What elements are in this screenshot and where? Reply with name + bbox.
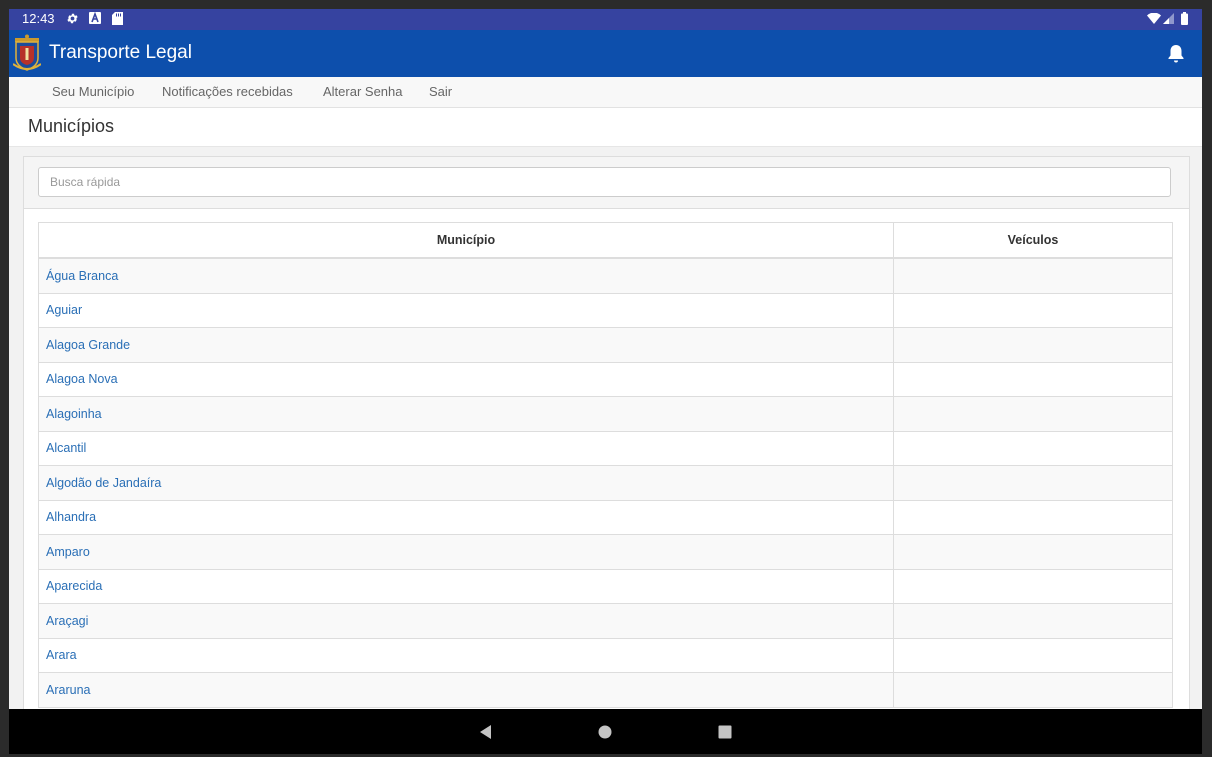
page-header: Municípios	[9, 108, 1202, 147]
municipio-cell: Alhandra	[38, 499, 894, 535]
table-row: Araruna	[38, 672, 1173, 708]
nav-sair[interactable]: Sair	[429, 84, 452, 99]
search-input[interactable]	[38, 167, 1171, 197]
status-time: 12:43	[22, 11, 55, 26]
veiculos-cell	[893, 430, 1173, 466]
table-row: Aparecida	[38, 568, 1173, 604]
table-row: Amparo	[38, 534, 1173, 570]
municipio-link[interactable]: Araçagi	[46, 614, 88, 628]
veiculos-cell	[893, 361, 1173, 397]
table-row: Aguiar	[38, 292, 1173, 328]
municipio-cell: Aparecida	[38, 568, 894, 604]
back-icon[interactable]	[456, 709, 516, 754]
veiculos-cell	[893, 327, 1173, 363]
table-row: Alagoa Nova	[38, 361, 1173, 397]
veiculos-cell	[893, 568, 1173, 604]
nav-seu-municipio[interactable]: Seu Município	[52, 84, 134, 99]
battery-icon	[1181, 12, 1188, 29]
nav-notificacoes[interactable]: Notificações recebidas	[162, 84, 293, 99]
veiculos-cell	[893, 534, 1173, 570]
table-row: Água Branca	[38, 257, 1173, 294]
a-icon	[89, 11, 101, 28]
top-nav: Seu Município Notificações recebidas Alt…	[9, 77, 1202, 108]
municipio-cell: Araruna	[38, 672, 894, 708]
settings-icon	[66, 12, 79, 29]
municipio-link[interactable]: Araruna	[46, 683, 90, 697]
app-bar: Transporte Legal	[9, 30, 1202, 77]
municipio-link[interactable]: Água Branca	[46, 269, 118, 283]
signal-icon	[1163, 13, 1174, 28]
content-area: Município Veículos Água Branca Aguiar Al…	[9, 147, 1202, 718]
veiculos-cell	[893, 499, 1173, 535]
veiculos-cell	[893, 396, 1173, 432]
veiculos-cell	[893, 292, 1173, 328]
municipio-link[interactable]: Alcantil	[46, 441, 86, 455]
municipio-link[interactable]: Aguiar	[46, 303, 82, 317]
veiculos-cell	[893, 257, 1173, 294]
municipio-link[interactable]: Aparecida	[46, 579, 102, 593]
municipio-cell: Alagoa Nova	[38, 361, 894, 397]
veiculos-cell	[893, 672, 1173, 708]
panel-header	[24, 157, 1189, 209]
municipio-cell: Alagoa Grande	[38, 327, 894, 363]
recents-icon[interactable]	[695, 709, 755, 754]
municipio-link[interactable]: Algodão de Jandaíra	[46, 476, 161, 490]
table-row: Araçagi	[38, 603, 1173, 639]
header-municipio[interactable]: Município	[38, 222, 894, 259]
municipio-link[interactable]: Alagoa Nova	[46, 372, 118, 386]
bell-icon[interactable]	[1167, 44, 1185, 67]
municipio-link[interactable]: Alhandra	[46, 510, 96, 524]
home-icon[interactable]	[575, 709, 635, 754]
table-row: Alagoinha	[38, 396, 1173, 432]
table-row: Alhandra	[38, 499, 1173, 535]
municipio-cell: Alagoinha	[38, 396, 894, 432]
device-screen: 12:43 Transporte Legal Seu Município Not…	[9, 9, 1202, 754]
table-row: Arara	[38, 637, 1173, 673]
veiculos-cell	[893, 465, 1173, 501]
system-nav-bar	[9, 709, 1202, 754]
municipio-cell: Algodão de Jandaíra	[38, 465, 894, 501]
municipio-cell: Araçagi	[38, 603, 894, 639]
municipio-cell: Aguiar	[38, 292, 894, 328]
municipio-link[interactable]: Alagoa Grande	[46, 338, 130, 352]
veiculos-cell	[893, 603, 1173, 639]
status-bar: 12:43	[9, 9, 1202, 30]
sd-card-icon	[112, 12, 123, 29]
app-title: Transporte Legal	[49, 42, 192, 63]
municipio-link[interactable]: Amparo	[46, 545, 90, 559]
table-row: Algodão de Jandaíra	[38, 465, 1173, 501]
table-row: Alagoa Grande	[38, 327, 1173, 363]
table-header-row: Município Veículos	[38, 222, 1173, 259]
municipios-table: Município Veículos Água Branca Aguiar Al…	[38, 222, 1173, 708]
page-title: Municípios	[28, 116, 115, 136]
municipio-cell: Amparo	[38, 534, 894, 570]
municipios-panel: Município Veículos Água Branca Aguiar Al…	[23, 156, 1190, 718]
municipio-cell: Arara	[38, 637, 894, 673]
nav-alterar-senha[interactable]: Alterar Senha	[323, 84, 403, 99]
wifi-icon	[1147, 12, 1161, 28]
municipio-link[interactable]: Arara	[46, 648, 77, 662]
municipio-cell: Alcantil	[38, 430, 894, 466]
coat-of-arms-logo	[12, 34, 42, 76]
table-row: Alcantil	[38, 430, 1173, 466]
municipio-cell: Água Branca	[38, 257, 894, 294]
municipio-link[interactable]: Alagoinha	[46, 407, 102, 421]
veiculos-cell	[893, 637, 1173, 673]
header-veiculos[interactable]: Veículos	[893, 222, 1173, 259]
